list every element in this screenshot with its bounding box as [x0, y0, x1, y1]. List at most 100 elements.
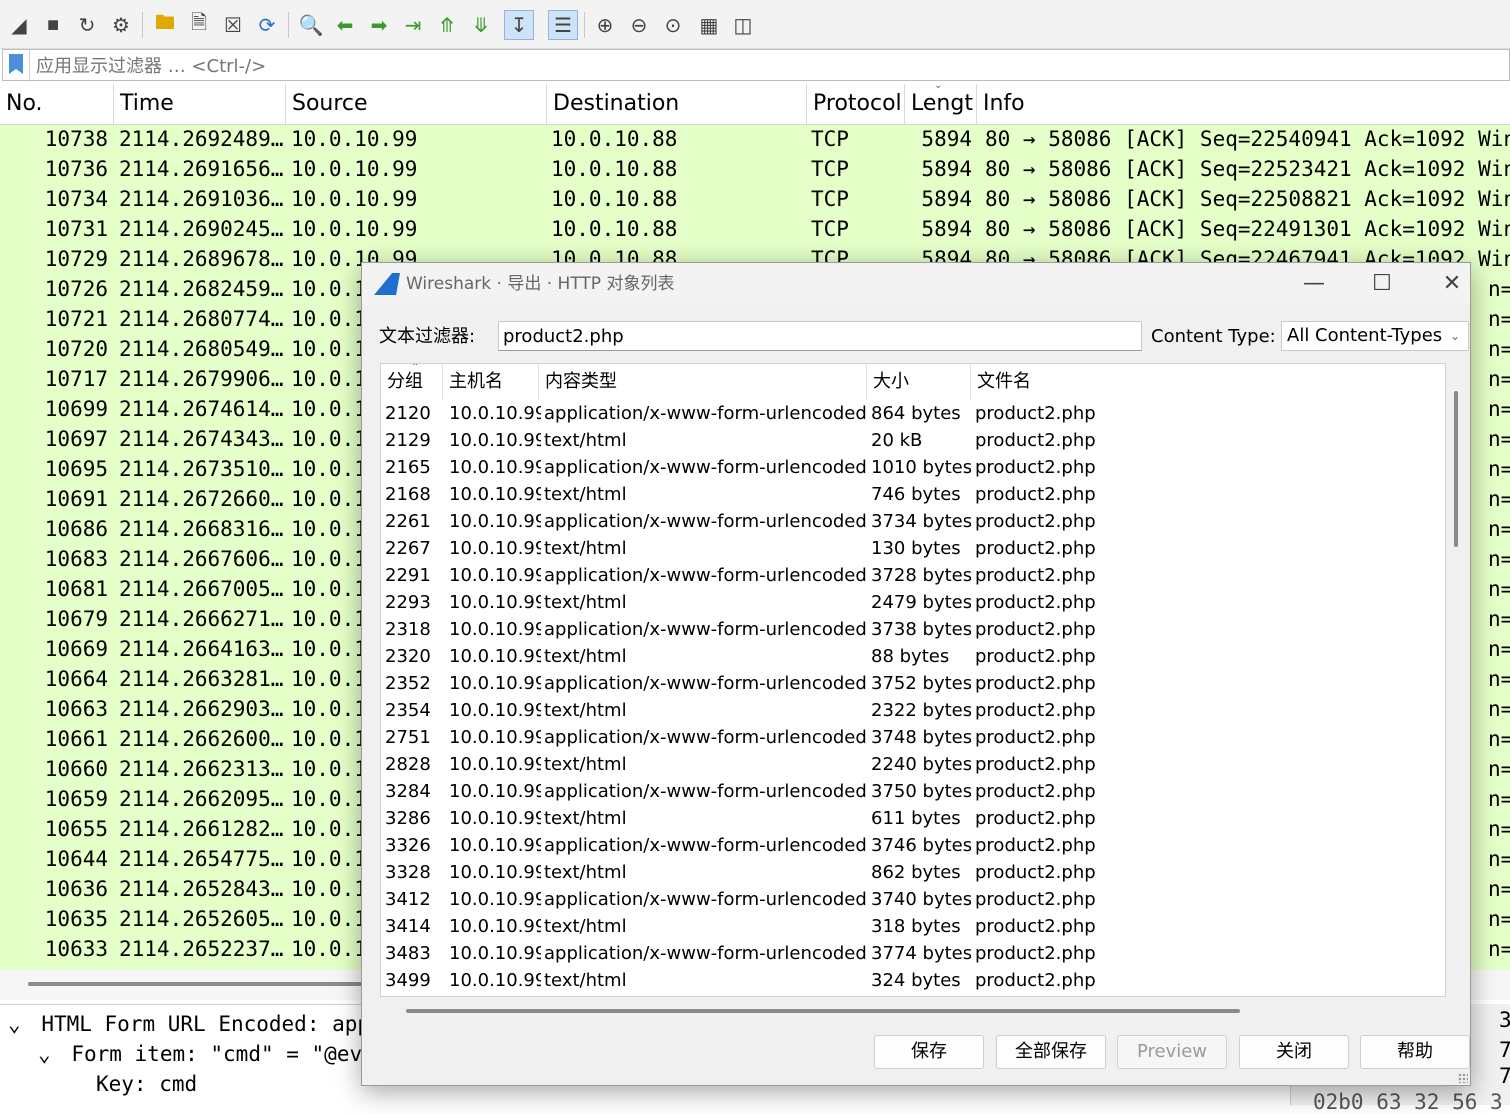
- go-to-packet-icon[interactable]: ⇥: [398, 10, 428, 40]
- packet-list-header: No. Time Source Destination Protocol Len…: [0, 84, 1510, 125]
- packet-row[interactable]: 10731 2114.2690245… 10.0.10.99 10.0.10.88 TC…: [0, 215, 1510, 245]
- content-type-select[interactable]: All Content-Types ⌄: [1281, 321, 1469, 351]
- bookmark-icon[interactable]: [9, 54, 23, 74]
- table-horizontal-scrollbar[interactable]: [406, 1009, 1240, 1013]
- auto-scroll-icon[interactable]: ↧: [504, 10, 534, 40]
- packet-time: 2114.2680549…: [119, 337, 283, 361]
- object-hostname: 10.0.10.99: [449, 565, 541, 586]
- object-content-type: text/html: [544, 430, 627, 451]
- colorize-icon[interactable]: ☰: [548, 10, 578, 40]
- resize-grip-icon[interactable]: [1458, 1073, 1468, 1083]
- column-content-type[interactable]: 内容类型: [539, 364, 867, 400]
- column-protocol[interactable]: Protocol: [807, 84, 905, 124]
- http-object-row[interactable]: 3483 10.0.10.99 application/x-www-form-url…: [381, 940, 1445, 967]
- column-no[interactable]: No.: [0, 84, 114, 124]
- capture-options-icon[interactable]: ⚙: [106, 10, 136, 40]
- object-filename: product2.php: [975, 538, 1096, 559]
- expand-chevron-icon[interactable]: ⌄: [38, 1042, 51, 1066]
- details-tree-row[interactable]: ⌄ HTML Form URL Encoded: appl: [8, 1009, 383, 1039]
- http-object-row[interactable]: 2261 10.0.10.99 application/x-www-form-url…: [381, 508, 1445, 535]
- object-size: 611 bytes: [871, 808, 961, 829]
- object-filename: product2.php: [975, 970, 1096, 991]
- http-object-row[interactable]: 3412 10.0.10.99 application/x-www-form-url…: [381, 886, 1445, 913]
- column-source[interactable]: Source: [286, 84, 547, 124]
- display-filter-input[interactable]: [29, 50, 1508, 82]
- packet-destination: 10.0.10.88: [551, 127, 678, 151]
- text-filter-input[interactable]: [498, 321, 1142, 351]
- last-packet-icon[interactable]: ⤋: [466, 10, 496, 40]
- column-hostname[interactable]: 主机名: [443, 364, 539, 400]
- packet-row[interactable]: 10734 2114.2691036… 10.0.10.99 10.0.10.88 TC…: [0, 185, 1510, 215]
- help-button[interactable]: 帮助: [1360, 1035, 1470, 1069]
- object-size: 3748 bytes: [871, 727, 971, 748]
- close-file-icon[interactable]: ☒: [218, 10, 248, 40]
- forward-icon[interactable]: ➡: [364, 10, 394, 40]
- http-object-row[interactable]: 2352 10.0.10.99 application/x-www-form-url…: [381, 670, 1445, 697]
- stop-icon[interactable]: ■: [38, 10, 68, 40]
- reload-icon[interactable]: ⟳: [252, 10, 282, 40]
- http-object-row[interactable]: 2120 10.0.10.99 application/x-www-form-url…: [381, 400, 1445, 427]
- save-button[interactable]: 保存: [874, 1035, 984, 1069]
- packet-number: 10729: [44, 247, 108, 271]
- object-filename: product2.php: [975, 484, 1096, 505]
- layout-icon[interactable]: ◫: [728, 10, 758, 40]
- http-object-row[interactable]: 2354 10.0.10.99 text/html 2322 bytes product…: [381, 697, 1445, 724]
- object-size: 88 bytes: [871, 646, 950, 667]
- zoom-reset-icon[interactable]: ⊙: [658, 10, 688, 40]
- http-object-table[interactable]: 分组 主机名 内容类型 大小 文件名 ⌃ 2120 10.0.10.99 appli…: [380, 363, 1446, 997]
- column-filename[interactable]: 文件名: [971, 364, 1445, 400]
- shark-fin-start-icon[interactable]: ◢: [4, 10, 34, 40]
- http-object-row[interactable]: 2129 10.0.10.99 text/html 20 kB product2.php: [381, 427, 1445, 454]
- http-object-row[interactable]: 2293 10.0.10.99 text/html 2479 bytes product…: [381, 589, 1445, 616]
- http-object-row[interactable]: 3286 10.0.10.99 text/html 611 bytes product2…: [381, 805, 1445, 832]
- toolbar-separator: [142, 12, 143, 38]
- http-object-row[interactable]: 3414 10.0.10.99 text/html 318 bytes product2…: [381, 913, 1445, 940]
- preview-button[interactable]: Preview: [1117, 1035, 1227, 1069]
- maximize-icon[interactable]: ☐: [1354, 263, 1410, 305]
- http-object-row[interactable]: 3284 10.0.10.99 application/x-www-form-url…: [381, 778, 1445, 805]
- close-icon[interactable]: ✕: [1424, 263, 1480, 305]
- scrollbar-thumb[interactable]: [28, 982, 368, 986]
- close-button[interactable]: 关闭: [1239, 1035, 1349, 1069]
- http-object-row[interactable]: 2168 10.0.10.99 text/html 746 bytes product2…: [381, 481, 1445, 508]
- http-object-row[interactable]: 2751 10.0.10.99 application/x-www-form-url…: [381, 724, 1445, 751]
- http-object-row[interactable]: 2291 10.0.10.99 application/x-www-form-url…: [381, 562, 1445, 589]
- expand-chevron-icon[interactable]: ⌄: [8, 1012, 21, 1036]
- http-object-row[interactable]: 2320 10.0.10.99 text/html 88 bytes product2.…: [381, 643, 1445, 670]
- save-all-button[interactable]: 全部保存: [996, 1035, 1106, 1069]
- find-icon[interactable]: 🔍: [296, 10, 326, 40]
- object-size: 3746 bytes: [871, 835, 971, 856]
- http-object-row[interactable]: 2165 10.0.10.99 application/x-www-form-url…: [381, 454, 1445, 481]
- column-time[interactable]: Time: [114, 84, 286, 124]
- restart-icon[interactable]: ↻: [72, 10, 102, 40]
- details-tree-row[interactable]: ⌄ Form item: "cmd" = "@eva: [38, 1039, 375, 1069]
- save-file-icon[interactable]: 🗎: [184, 10, 214, 40]
- back-icon[interactable]: ⬅: [330, 10, 360, 40]
- sort-indicator-icon: ⌄: [934, 80, 943, 91]
- minimize-icon[interactable]: —: [1286, 263, 1342, 305]
- table-vertical-scrollbar[interactable]: [1454, 391, 1458, 547]
- column-size[interactable]: 大小: [867, 364, 971, 400]
- http-object-row[interactable]: 2267 10.0.10.99 text/html 130 bytes product2…: [381, 535, 1445, 562]
- dialog-titlebar[interactable]: Wireshark · 导出 · HTTP 对象列表 — ☐ ✕: [362, 263, 1470, 305]
- zoom-in-icon[interactable]: ⊕: [590, 10, 620, 40]
- packet-row[interactable]: 10738 2114.2692489… 10.0.10.99 10.0.10.88 TC…: [0, 125, 1510, 155]
- http-object-row[interactable]: 3328 10.0.10.99 text/html 862 bytes product2…: [381, 859, 1445, 886]
- packet-length: 5894: [921, 157, 972, 181]
- export-http-objects-dialog: Wireshark · 导出 · HTTP 对象列表 — ☐ ✕ 文本过滤器: …: [361, 262, 1471, 1086]
- http-object-row[interactable]: 3326 10.0.10.99 application/x-www-form-url…: [381, 832, 1445, 859]
- resize-columns-icon[interactable]: ▦: [694, 10, 724, 40]
- column-destination[interactable]: Destination: [547, 84, 807, 124]
- column-info[interactable]: Info: [977, 84, 1510, 124]
- open-folder-icon[interactable]: 🖿: [150, 10, 180, 40]
- first-packet-icon[interactable]: ⤊: [432, 10, 462, 40]
- packet-row[interactable]: 10736 2114.2691656… 10.0.10.99 10.0.10.88 TC…: [0, 155, 1510, 185]
- details-tree-row[interactable]: Key: cmd: [96, 1069, 197, 1099]
- http-object-row[interactable]: 2318 10.0.10.99 application/x-www-form-url…: [381, 616, 1445, 643]
- http-object-row[interactable]: 3499 10.0.10.99 text/html 324 bytes product2…: [381, 967, 1445, 994]
- packet-time: 2114.2674343…: [119, 427, 283, 451]
- packet-number: 10633: [44, 937, 108, 961]
- packet-time: 2114.2692489…: [119, 127, 283, 151]
- http-object-row[interactable]: 2828 10.0.10.99 text/html 2240 bytes product…: [381, 751, 1445, 778]
- zoom-out-icon[interactable]: ⊖: [624, 10, 654, 40]
